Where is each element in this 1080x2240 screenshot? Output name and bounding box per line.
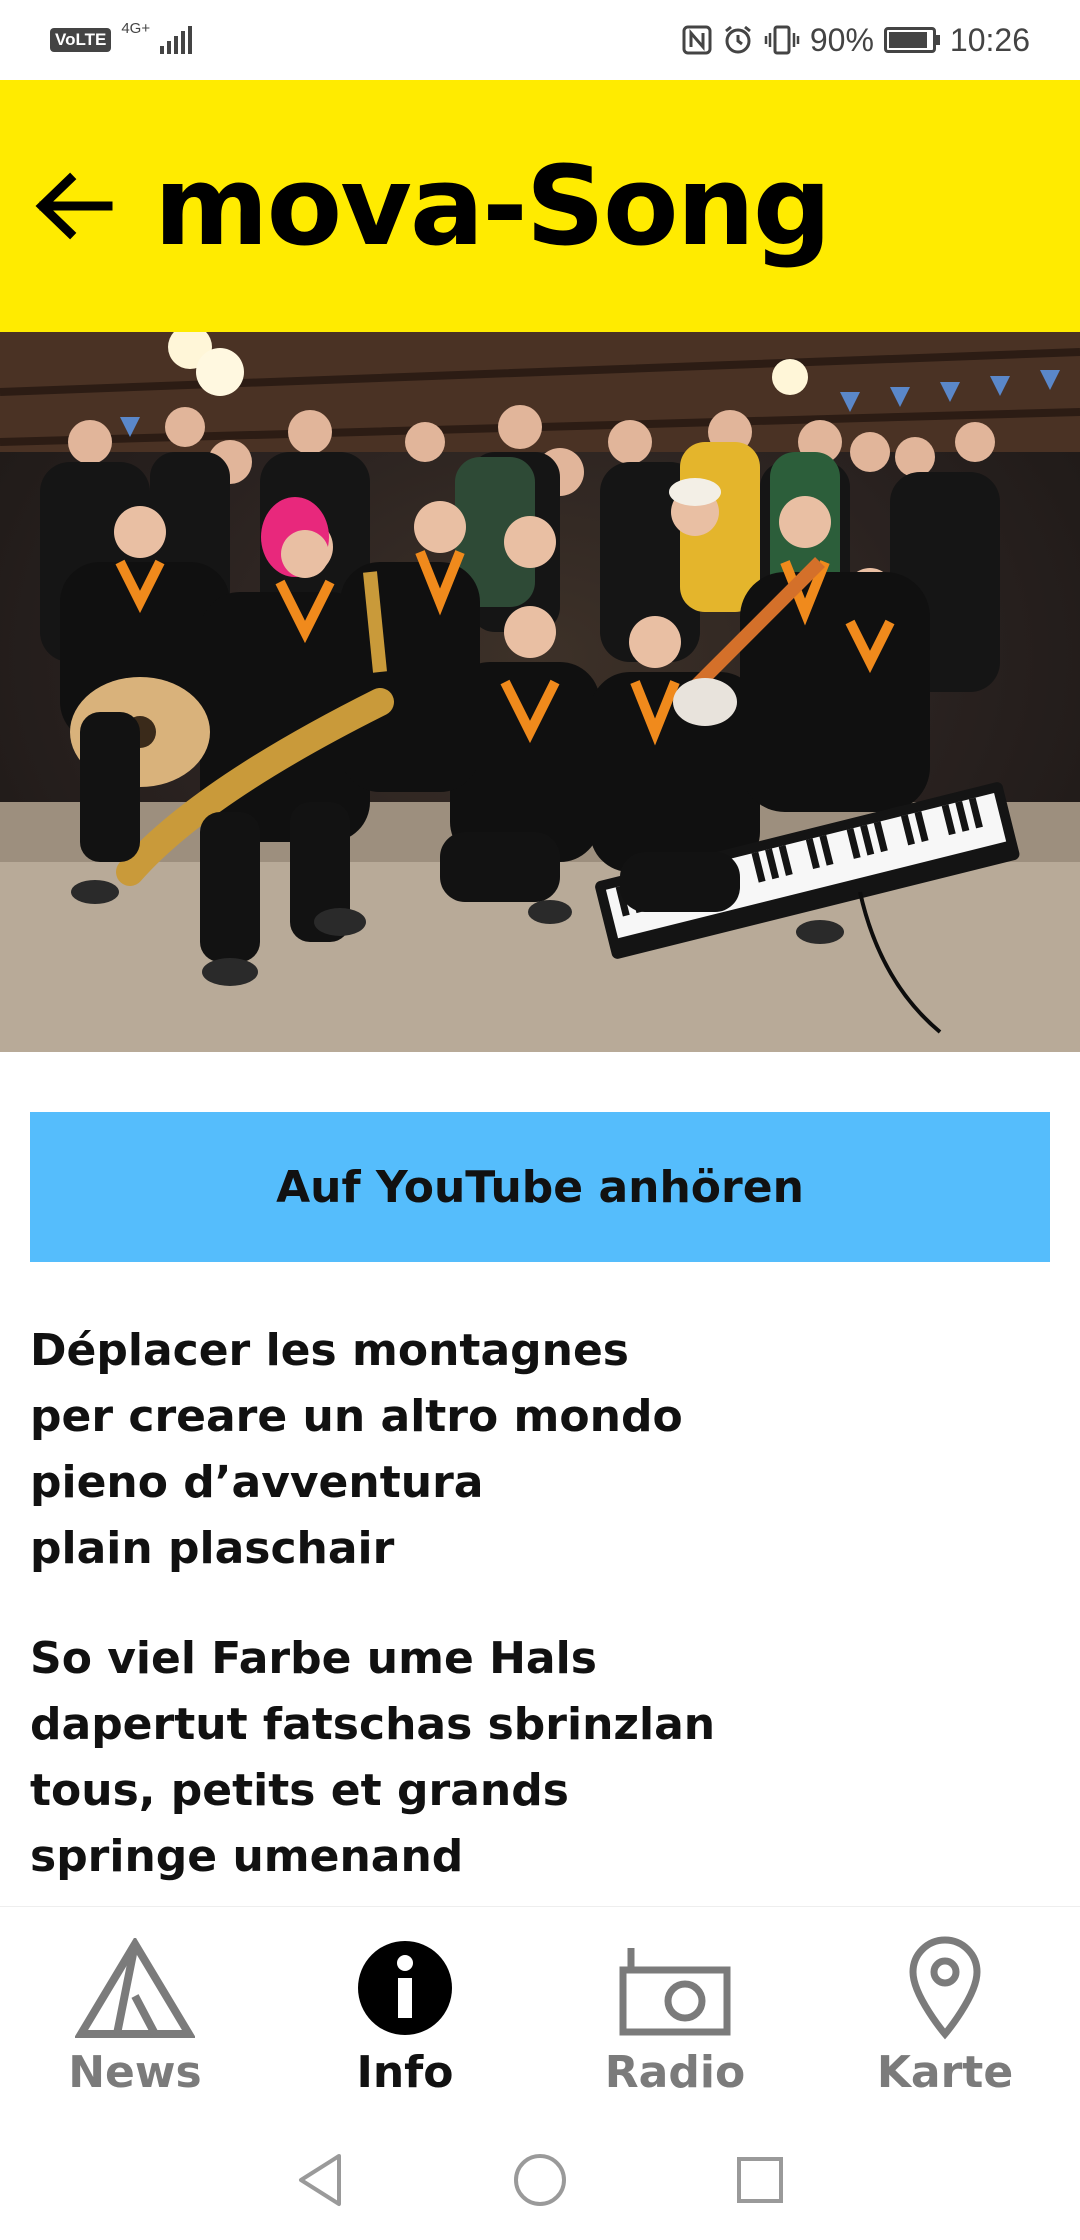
- nav-label-radio: Radio: [604, 2047, 746, 2098]
- nav-item-radio[interactable]: Radio: [540, 1907, 810, 2120]
- nav-item-info[interactable]: Info: [270, 1907, 540, 2120]
- lyric-line: dapertut fatschas sbrinzlan: [30, 1699, 716, 1750]
- clock: 10:26: [949, 21, 1030, 58]
- info-icon: [345, 1933, 465, 2043]
- lyric-line: springe umenand: [30, 1831, 464, 1882]
- arrow-left-icon[interactable]: [32, 165, 114, 247]
- youtube-button[interactable]: Auf YouTube anhören: [30, 1112, 1050, 1262]
- nfc-icon: [682, 25, 712, 55]
- app-header: mova-Song: [0, 80, 1080, 332]
- page-title: mova-Song: [154, 142, 832, 270]
- vibrate-icon: [764, 25, 800, 55]
- nav-label-news: News: [68, 2047, 202, 2098]
- home-circle-icon[interactable]: [510, 2150, 570, 2210]
- lyric-line: pieno d’avventura: [30, 1457, 484, 1508]
- lyric-line: plain plaschair: [30, 1523, 395, 1574]
- status-left: VoLTE 4G+: [50, 20, 193, 54]
- nav-item-karte[interactable]: Karte: [810, 1907, 1080, 2120]
- lyric-line: So viel Farbe ume Hals: [30, 1633, 597, 1684]
- volte-badge: VoLTE: [50, 28, 112, 52]
- nav-item-news[interactable]: News: [0, 1907, 270, 2120]
- map-pin-icon: [885, 1933, 1005, 2043]
- stanza: Déplacer les montagnes per creare un alt…: [30, 1318, 1050, 1582]
- battery-icon: [883, 27, 940, 53]
- radio-icon: [615, 1933, 735, 2043]
- lyrics: Déplacer les montagnes per creare un alt…: [30, 1318, 1050, 1934]
- tent-icon: [75, 1933, 195, 2043]
- lyric-line: Déplacer les montagnes: [30, 1325, 629, 1376]
- status-right: 90% 10:26: [682, 22, 1030, 59]
- nav-label-info: Info: [356, 2047, 454, 2098]
- alarm-icon: [724, 25, 751, 54]
- lyric-line: tous, petits et grands: [30, 1765, 569, 1816]
- battery-percent: 90%: [809, 21, 874, 58]
- bottom-nav: News Info Radio Karte: [0, 1906, 1080, 2120]
- lyric-line: per creare un altro mondo: [30, 1391, 683, 1442]
- back-triangle-icon[interactable]: [290, 2150, 350, 2210]
- band-photo: [0, 332, 1080, 1052]
- signal-icon: [160, 26, 193, 54]
- stanza: So viel Farbe ume Hals dapertut fatschas…: [30, 1626, 1050, 1890]
- network-type: 4G+: [121, 20, 151, 37]
- recents-square-icon[interactable]: [730, 2150, 790, 2210]
- nav-label-karte: Karte: [876, 2047, 1014, 2098]
- status-bar: VoLTE 4G+ 90% 10:26: [0, 0, 1080, 80]
- system-nav: [0, 2120, 1080, 2240]
- youtube-button-label: Auf YouTube anhören: [276, 1161, 804, 1213]
